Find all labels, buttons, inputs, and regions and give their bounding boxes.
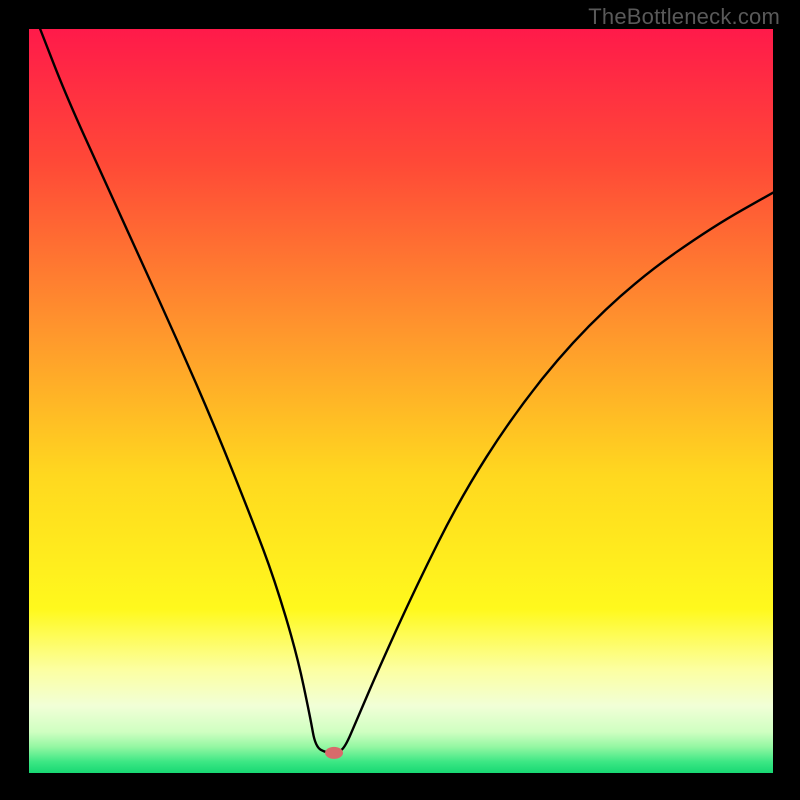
chart-container: TheBottleneck.com [0, 0, 800, 800]
optimal-marker [325, 747, 343, 759]
bottleneck-chart [0, 0, 800, 800]
watermark-text: TheBottleneck.com [588, 4, 780, 30]
